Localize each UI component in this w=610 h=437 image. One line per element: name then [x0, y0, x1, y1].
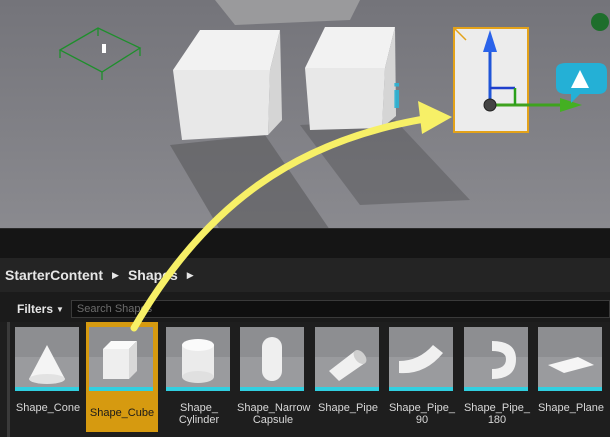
asset-tile-plane[interactable]: Shape_Plane [535, 322, 607, 432]
capsule-icon [240, 327, 304, 391]
breadcrumb: StarterContent ▶ Shapes ▶ [0, 258, 610, 292]
asset-label: Shape_Cone [15, 402, 81, 414]
asset-label: Shape_Narrow Capsule [237, 402, 311, 426]
cube-actor[interactable] [173, 30, 282, 140]
pipe-180-icon [464, 327, 528, 391]
asset-tile-cube[interactable]: Shape_Cube [86, 322, 158, 432]
asset-tile-pipe[interactable]: Shape_Pipe [312, 322, 384, 432]
cube-actor[interactable]: i [305, 27, 401, 130]
breadcrumb-item-shapes[interactable]: Shapes [128, 267, 178, 283]
chevron-right-icon[interactable]: ▶ [187, 270, 194, 281]
asset-label: Shape_Pipe [318, 402, 378, 414]
asset-tile-cylinder[interactable]: Shape_ Cylinder [163, 322, 235, 432]
asset-tile-cone[interactable]: Shape_Cone [12, 322, 84, 432]
plane-icon [538, 327, 602, 391]
chevron-down-icon: ▼ [56, 304, 64, 314]
asset-tile-pipe-180[interactable]: Shape_Pipe_ 180 [461, 322, 533, 432]
panel-divider [0, 228, 610, 259]
filters-label: Filters [17, 302, 54, 316]
asset-label: Shape_ Cylinder [178, 402, 220, 426]
cone-icon [15, 327, 79, 391]
search-input[interactable] [70, 300, 610, 318]
breadcrumb-item-startercontent[interactable]: StarterContent [5, 267, 103, 283]
cylinder-icon [166, 327, 230, 391]
asset-label: Shape_Pipe_ 90 [388, 402, 456, 426]
asset-tile-pipe-90[interactable]: Shape_Pipe_ 90 [386, 322, 458, 432]
asset-grid: Shape_Cone Shape_Cube Shape_ Cylinder Shape… [0, 322, 610, 437]
cube-icon [89, 327, 153, 391]
asset-label: Shape_Cube [89, 407, 155, 419]
filters-button[interactable]: Filters ▼ [17, 302, 67, 316]
sky-light-icon[interactable] [591, 13, 609, 31]
level-viewport[interactable]: i [0, 0, 610, 228]
pipe-icon [315, 327, 379, 391]
sources-panel-edge[interactable] [7, 322, 10, 437]
filter-bar: Filters ▼ [0, 298, 610, 320]
chevron-right-icon[interactable]: ▶ [112, 270, 119, 281]
asset-tile-capsule[interactable]: Shape_Narrow Capsule [237, 322, 311, 432]
pipe-90-icon [389, 327, 453, 391]
svg-text:i: i [392, 78, 401, 116]
asset-label: Shape_Pipe_ 180 [463, 402, 531, 426]
asset-label: Shape_Plane [537, 402, 605, 414]
